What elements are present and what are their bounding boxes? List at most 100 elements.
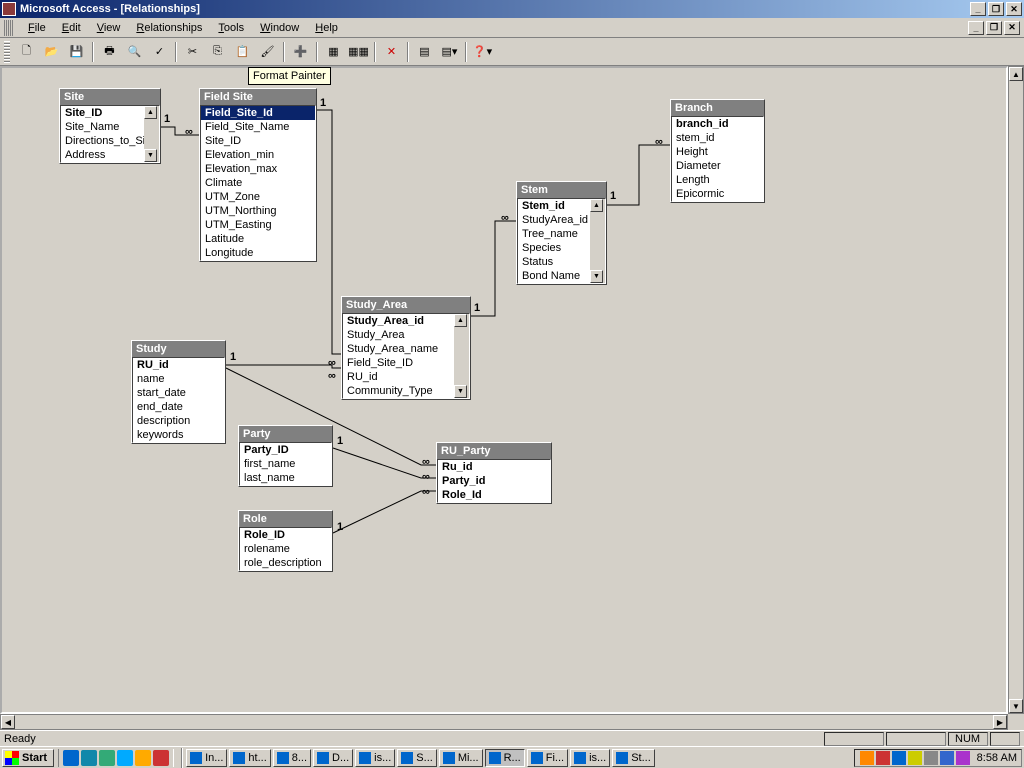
field-start-date[interactable]: start_date [133,386,224,400]
table-study[interactable]: StudyRU_idnamestart_dateend_datedescript… [131,340,226,444]
field-field-site-id[interactable]: Field_Site_ID [343,356,454,370]
field-role-description[interactable]: role_description [240,556,331,570]
minimize-button[interactable]: _ [970,2,986,16]
field-community-type[interactable]: Community_Type [343,384,454,398]
field-latitude[interactable]: Latitude [201,232,315,246]
field-party-id[interactable]: Party_id [438,474,550,488]
ql-outlook-icon[interactable] [81,750,97,766]
field-stem-id[interactable]: Stem_id [518,199,590,213]
field-ru-id[interactable]: Ru_id [438,460,550,474]
table-ruparty[interactable]: RU_PartyRu_idParty_idRole_Id [436,442,552,504]
save-button[interactable]: 💾 [65,41,88,63]
table-fieldsite[interactable]: Field SiteField_Site_IdField_Site_NameSi… [199,88,317,262]
field-description[interactable]: description [133,414,224,428]
task-button[interactable]: is... [355,749,395,767]
menu-edit[interactable]: Edit [54,20,89,36]
direct-rel-button[interactable]: ▦ [322,41,345,63]
menu-view[interactable]: View [89,20,129,36]
tray-winamp-icon[interactable] [860,751,874,765]
field-name[interactable]: name [133,372,224,386]
table-title[interactable]: Site [60,89,160,105]
table-title[interactable]: Study_Area [342,297,470,313]
table-scrollbar[interactable]: ▲▼ [144,106,159,162]
field-longitude[interactable]: Longitude [201,246,315,260]
field-site-id[interactable]: Site_ID [61,106,144,120]
task-button[interactable]: D... [313,749,353,767]
clear-layout-button[interactable]: ✕ [380,41,403,63]
all-rel-button[interactable]: ▦▦ [347,41,370,63]
table-scrollbar[interactable]: ▲▼ [454,314,469,398]
table-studyarea[interactable]: Study_AreaStudy_Area_idStudy_AreaStudy_A… [341,296,471,400]
table-title[interactable]: Role [239,511,332,527]
table-title[interactable]: Field Site [200,89,316,105]
field-utm-easting[interactable]: UTM_Easting [201,218,315,232]
task-button[interactable]: S... [397,749,437,767]
table-title[interactable]: Branch [671,100,764,116]
restore-button[interactable]: ❐ [988,2,1004,16]
field-directions-to-si[interactable]: Directions_to_Si [61,134,144,148]
field-rolename[interactable]: rolename [240,542,331,556]
field-study-area-name[interactable]: Study_Area_name [343,342,454,356]
copy-button[interactable]: ⎘ [206,41,229,63]
field-status[interactable]: Status [518,255,590,269]
field-elevation-max[interactable]: Elevation_max [201,162,315,176]
tray-shield-icon[interactable] [876,751,890,765]
menu-help[interactable]: Help [307,20,346,36]
field-length[interactable]: Length [672,173,763,187]
menu-window[interactable]: Window [252,20,307,36]
doc-close-button[interactable]: ✕ [1004,21,1020,35]
scroll-down-icon[interactable]: ▼ [590,270,603,283]
field-party-id[interactable]: Party_ID [240,443,331,457]
tray-volume-icon[interactable] [924,751,938,765]
help-button[interactable]: ❓▾ [471,41,494,63]
vertical-scrollbar[interactable]: ▲ ▼ [1008,66,1024,714]
new-object-button[interactable]: ▤▾ [438,41,461,63]
scroll-up-icon[interactable]: ▲ [1009,67,1023,81]
task-button[interactable]: Fi... [527,749,568,767]
print-button[interactable]: 🖶 [98,41,121,63]
field-climate[interactable]: Climate [201,176,315,190]
field-end-date[interactable]: end_date [133,400,224,414]
field-ru-id[interactable]: RU_id [133,358,224,372]
table-title[interactable]: RU_Party [437,443,551,459]
format-painter-button[interactable]: 🖌 [256,41,279,63]
menu-relationships[interactable]: Relationships [128,20,210,36]
task-button[interactable]: St... [612,749,655,767]
scroll-down-icon[interactable]: ▼ [454,385,467,398]
scroll-down-icon[interactable]: ▼ [144,149,157,162]
table-title[interactable]: Stem [517,182,606,198]
scroll-left-icon[interactable]: ◀ [1,715,15,729]
paste-button[interactable]: 📋 [231,41,254,63]
field-ru-id[interactable]: RU_id [343,370,454,384]
field-keywords[interactable]: keywords [133,428,224,442]
scroll-down-icon[interactable]: ▼ [1009,699,1023,713]
table-party[interactable]: PartyParty_IDfirst_namelast_name [238,425,333,487]
spell-button[interactable]: ✓ [148,41,171,63]
field-bond-name[interactable]: Bond Name [518,269,590,283]
doc-restore-button[interactable]: ❐ [986,21,1002,35]
field-utm-zone[interactable]: UTM_Zone [201,190,315,204]
db-window-button[interactable]: ▤ [413,41,436,63]
menu-file[interactable]: File [20,20,54,36]
tray-app-icon[interactable] [956,751,970,765]
table-stem[interactable]: StemStem_idStudyArea_idTree_nameSpeciesS… [516,181,607,285]
task-button[interactable]: In... [186,749,227,767]
scroll-right-icon[interactable]: ▶ [993,715,1007,729]
open-button[interactable]: 📂 [40,41,63,63]
ql-paint-icon[interactable] [135,750,151,766]
field-address[interactable]: Address [61,148,144,162]
horizontal-scrollbar[interactable]: ◀ ▶ [0,714,1008,730]
start-button[interactable]: Start [2,749,54,767]
field-role-id[interactable]: Role_ID [240,528,331,542]
scroll-up-icon[interactable]: ▲ [144,106,157,119]
new-button[interactable]: 🗋 [15,41,38,63]
field-field-site-id[interactable]: Field_Site_Id [201,106,315,120]
relationships-canvas[interactable]: 1∞ 1∞ 1∞ 1∞ 1∞ ∞ 1∞ 1∞ SiteSite_IDSite_N… [0,66,1008,714]
menu-tools[interactable]: Tools [210,20,252,36]
close-button[interactable]: ✕ [1006,2,1022,16]
field-study-area[interactable]: Study_Area [343,328,454,342]
table-scrollbar[interactable]: ▲▼ [590,199,605,283]
field-site-name[interactable]: Site_Name [61,120,144,134]
cut-button[interactable]: ✂ [181,41,204,63]
doc-minimize-button[interactable]: _ [968,21,984,35]
